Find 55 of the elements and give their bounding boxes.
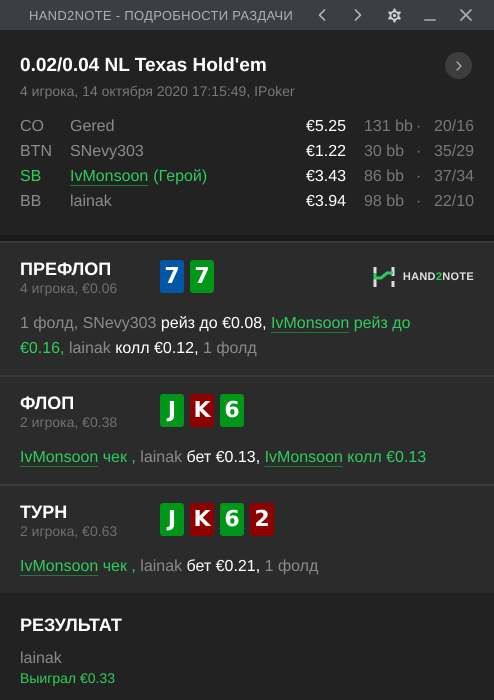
street-name: ФЛОП xyxy=(20,393,76,413)
player-position: CO xyxy=(20,117,45,137)
action-line: 1 фолд, SNevy303 рейз до €0.08, IvMonsoon рейз до €0.16, lainak колл €0.12, 1 фолд xyxy=(20,314,412,359)
separator-dot: · xyxy=(416,192,422,212)
result-title: РЕЗУЛЬТАТ xyxy=(20,615,123,636)
player-big-blinds: 30 bb xyxy=(363,142,406,162)
player-link[interactable]: IvMonsoon xyxy=(20,449,98,466)
separator-dot: · xyxy=(416,142,422,162)
player-big-blinds: 86 bb xyxy=(363,167,406,187)
playing-card: J xyxy=(160,394,184,427)
street-name: ПРЕФЛОП xyxy=(20,259,112,279)
separator-dot: · xyxy=(416,167,422,187)
player-position: BB xyxy=(20,192,42,212)
player-name: lainak xyxy=(70,192,112,212)
playing-card: K xyxy=(190,394,214,427)
action-line: IvMonsoon чек , lainak бет €0.13, IvMonsoon колл €0.13 xyxy=(20,448,428,468)
action-line: IvMonsoon чек , lainak бет €0.21, 1 фолд xyxy=(20,557,320,577)
player-stats: 20/16 xyxy=(432,117,474,137)
window-title: HAND2NOTE - ПОДРОБНОСТИ РАЗДАЧИ xyxy=(29,8,294,22)
hand-title: 0.02/0.04 NL Texas Hold'em xyxy=(20,54,267,76)
player-link[interactable]: IvMonsoon xyxy=(264,449,343,466)
player-stack: €5.25 xyxy=(306,117,346,137)
playing-card: 6 xyxy=(220,394,244,427)
playing-card: 7 xyxy=(190,260,214,293)
player-link[interactable]: IvMonsoon xyxy=(271,315,350,332)
forward-button[interactable] xyxy=(445,52,472,79)
playing-card: 2 xyxy=(250,503,274,536)
winner-name: lainak xyxy=(20,650,63,668)
street-info: 4 игрока, €0.06 xyxy=(20,279,118,297)
player-big-blinds: 131 bb xyxy=(363,117,414,137)
player-big-blinds: 98 bb xyxy=(363,192,406,212)
playing-card: 6 xyxy=(220,503,244,536)
playing-card: K xyxy=(190,503,214,536)
player-stats: 35/29 xyxy=(432,142,474,162)
player-link[interactable]: IvMonsoon xyxy=(20,558,98,575)
separator-dot: · xyxy=(416,117,422,137)
player-stats: 22/10 xyxy=(432,192,474,212)
player-position: SB xyxy=(20,167,42,187)
player-stack: €3.94 xyxy=(306,192,346,212)
street-info: 2 игрока, €0.38 xyxy=(20,413,118,431)
playing-card: J xyxy=(160,503,184,536)
player-stack: €1.22 xyxy=(306,142,346,162)
playing-card: 7 xyxy=(160,260,184,293)
hero-label: (Герой) xyxy=(153,167,208,187)
hand-subtitle: 4 игрока, 14 октября 2020 17:15:49, IPoker xyxy=(20,83,296,99)
player-stack: €3.43 xyxy=(306,167,346,187)
player-name: Gered xyxy=(70,117,114,137)
player-position: BTN xyxy=(20,142,53,162)
player-name[interactable]: IvMonsoon xyxy=(70,165,148,188)
player-stats: 37/34 xyxy=(432,167,474,187)
winnings: Выиграл €0.33 xyxy=(20,670,116,686)
street-info: 2 игрока, €0.63 xyxy=(20,522,118,540)
logo-text: HAND2NOTE xyxy=(402,271,474,283)
street-name: ТУРН xyxy=(20,502,68,522)
player-name: SNevy303 xyxy=(70,142,144,162)
